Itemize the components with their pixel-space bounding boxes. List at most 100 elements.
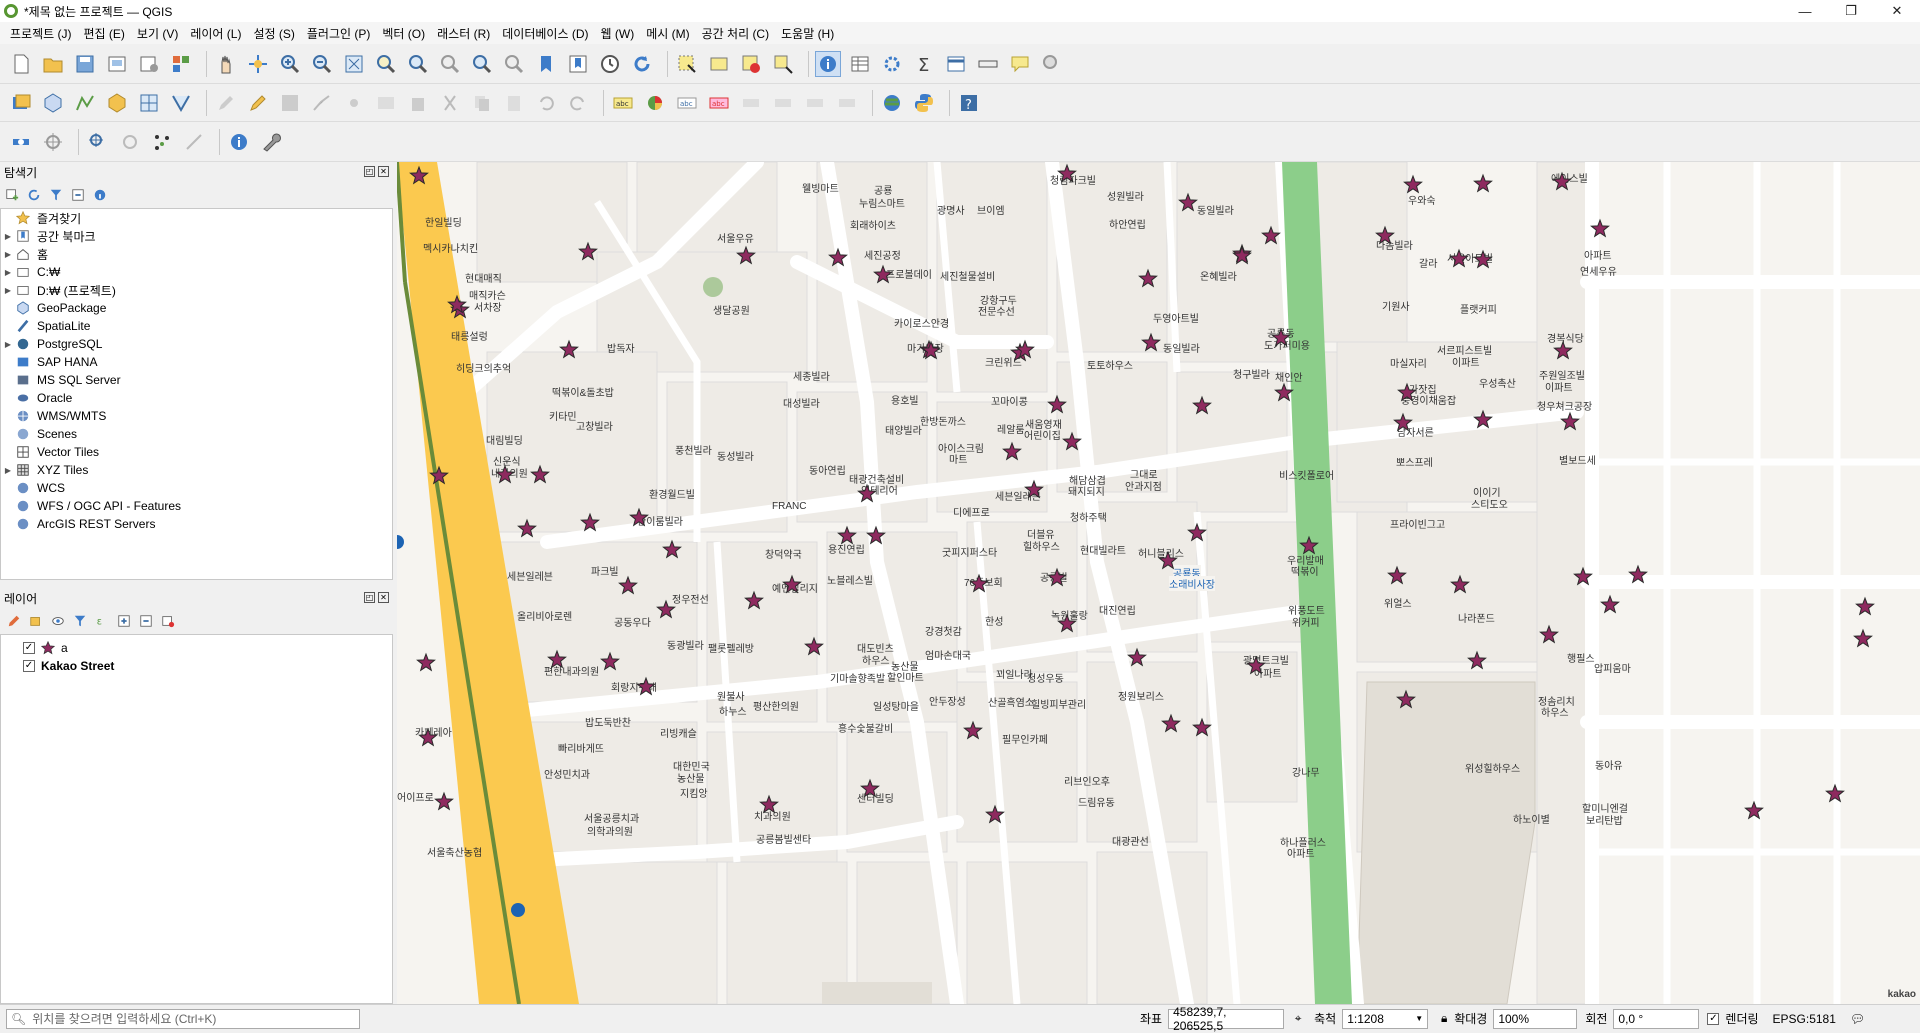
zoom-full-icon[interactable]	[341, 51, 367, 77]
vertex-points-icon[interactable]	[149, 129, 175, 155]
star-feature[interactable]	[1573, 566, 1593, 586]
locator-search[interactable]: 🔍︎ 위치를 찾으려면 입력하세요 (Ctrl+K)	[6, 1008, 360, 1029]
star-feature[interactable]	[1387, 565, 1407, 585]
star-feature[interactable]	[629, 507, 649, 527]
star-feature[interactable]	[759, 794, 779, 814]
star-feature[interactable]	[547, 649, 567, 669]
coordinate-field[interactable]: 458239,7, 206525,5	[1168, 1005, 1285, 1033]
menu-project[interactable]: 프로젝트 (J)	[4, 25, 78, 42]
star-feature[interactable]	[636, 676, 656, 696]
star-feature[interactable]	[1393, 412, 1413, 432]
new-temporary-layer-icon[interactable]	[168, 90, 194, 116]
star-feature[interactable]	[1192, 395, 1212, 415]
star-feature[interactable]	[1047, 394, 1067, 414]
star-feature[interactable]	[985, 804, 1005, 824]
menu-raster[interactable]: 래스터 (R)	[431, 25, 496, 42]
star-feature[interactable]	[434, 791, 454, 811]
menu-edit[interactable]: 편집 (E)	[78, 25, 131, 42]
star-feature[interactable]	[1396, 689, 1416, 709]
star-feature[interactable]	[963, 720, 983, 740]
topology-icon[interactable]	[181, 129, 207, 155]
open-table-icon[interactable]	[943, 51, 969, 77]
star-feature[interactable]	[873, 264, 893, 284]
wrench-icon[interactable]	[258, 129, 284, 155]
star-feature[interactable]	[418, 727, 438, 747]
collapse-all-icon[interactable]	[70, 187, 86, 203]
map-canvas[interactable]: 웰빙마트 회래하이츠 서울우유 한일빌딩 멕시카나치킨 현대매직 매직카슨 서차장 태릉설렁 히딩…	[397, 162, 1920, 1004]
python-console-icon[interactable]	[911, 90, 937, 116]
star-feature[interactable]	[1375, 225, 1395, 245]
star-feature[interactable]	[1403, 174, 1423, 194]
browser-item[interactable]: WFS / OGC API - Features	[1, 497, 392, 515]
browser-item[interactable]: Vector Tiles	[1, 443, 392, 461]
browser-item[interactable]: SpatiaLite	[1, 317, 392, 335]
star-feature[interactable]	[1002, 441, 1022, 461]
star-feature[interactable]	[1138, 268, 1158, 288]
paste-features-icon[interactable]	[501, 90, 527, 116]
browser-item[interactable]: WMS/WMTS	[1, 407, 392, 425]
star-feature[interactable]	[1628, 564, 1648, 584]
add-feature-icon[interactable]	[309, 90, 335, 116]
browser-item[interactable]: ArcGIS REST Servers	[1, 515, 392, 533]
star-feature[interactable]	[1024, 479, 1044, 499]
layout-manager-icon[interactable]	[136, 51, 162, 77]
show-bookmarks-icon[interactable]	[565, 51, 591, 77]
float-panel-button[interactable]: ◰	[364, 166, 375, 177]
star-feature[interactable]	[1161, 713, 1181, 733]
zoom-next-icon[interactable]	[501, 51, 527, 77]
expand-arrow-icon[interactable]: ▶	[1, 268, 15, 277]
star-feature[interactable]	[1600, 594, 1620, 614]
menu-web[interactable]: 웹 (W)	[595, 25, 641, 42]
select-by-value-icon[interactable]	[706, 51, 732, 77]
add-group-icon[interactable]	[28, 613, 44, 629]
star-feature[interactable]	[1473, 409, 1493, 429]
star-feature[interactable]	[1397, 382, 1417, 402]
rotate-label-icon[interactable]	[802, 90, 828, 116]
browser-item[interactable]: ▶ PostgreSQL	[1, 335, 392, 353]
star-feature[interactable]	[1299, 535, 1319, 555]
data-source-manager-icon[interactable]	[8, 90, 34, 116]
zoom-layer-icon[interactable]	[405, 51, 431, 77]
help-icon[interactable]: ?	[956, 90, 982, 116]
star-feature[interactable]	[1467, 650, 1487, 670]
star-feature[interactable]	[559, 339, 579, 359]
star-feature[interactable]	[1158, 550, 1178, 570]
close-button[interactable]: ✕	[1874, 0, 1920, 22]
expand-arrow-icon[interactable]: ▶	[1, 340, 15, 349]
new-spatialite-layer-icon[interactable]	[104, 90, 130, 116]
temporal-controller-icon[interactable]	[597, 51, 623, 77]
close-panel-button[interactable]: ✕	[378, 166, 389, 177]
move-label-icon[interactable]	[770, 90, 796, 116]
crs-button[interactable]: EPSG:5181	[1773, 1012, 1836, 1026]
star-feature[interactable]	[1552, 171, 1572, 191]
georeferencer-icon[interactable]	[85, 129, 111, 155]
undo-icon[interactable]	[533, 90, 559, 116]
star-feature[interactable]	[1047, 567, 1067, 587]
star-feature[interactable]	[1057, 613, 1077, 633]
menu-mesh[interactable]: 메시 (M)	[640, 25, 695, 42]
star-feature[interactable]	[1192, 717, 1212, 737]
show-hide-label-icon[interactable]	[738, 90, 764, 116]
vertex-tool-icon[interactable]	[341, 90, 367, 116]
zoom-out-icon[interactable]	[309, 51, 335, 77]
star-feature[interactable]	[804, 636, 824, 656]
expand-arrow-icon[interactable]: ▶	[1, 286, 15, 295]
crosshair-icon[interactable]	[40, 129, 66, 155]
processing-toolbox-icon[interactable]	[879, 51, 905, 77]
star-feature[interactable]	[1539, 624, 1559, 644]
menu-vector[interactable]: 벡터 (O)	[376, 25, 431, 42]
remove-layer-icon[interactable]	[160, 613, 176, 629]
star-feature[interactable]	[578, 241, 598, 261]
star-feature[interactable]	[1062, 431, 1082, 451]
deselect-all-icon[interactable]	[738, 51, 764, 77]
star-feature[interactable]	[1274, 382, 1294, 402]
menu-layer[interactable]: 레이어 (L)	[184, 25, 247, 42]
maximize-button[interactable]: ❐	[1828, 0, 1874, 22]
new-virtual-layer-icon[interactable]	[136, 90, 162, 116]
star-feature[interactable]	[866, 525, 886, 545]
magnifier-spinbox[interactable]: 100%	[1493, 1008, 1578, 1029]
star-feature[interactable]	[580, 512, 600, 532]
style-manager-icon[interactable]	[168, 51, 194, 77]
modify-attributes-icon[interactable]	[373, 90, 399, 116]
collapse-layers-icon[interactable]	[138, 613, 154, 629]
